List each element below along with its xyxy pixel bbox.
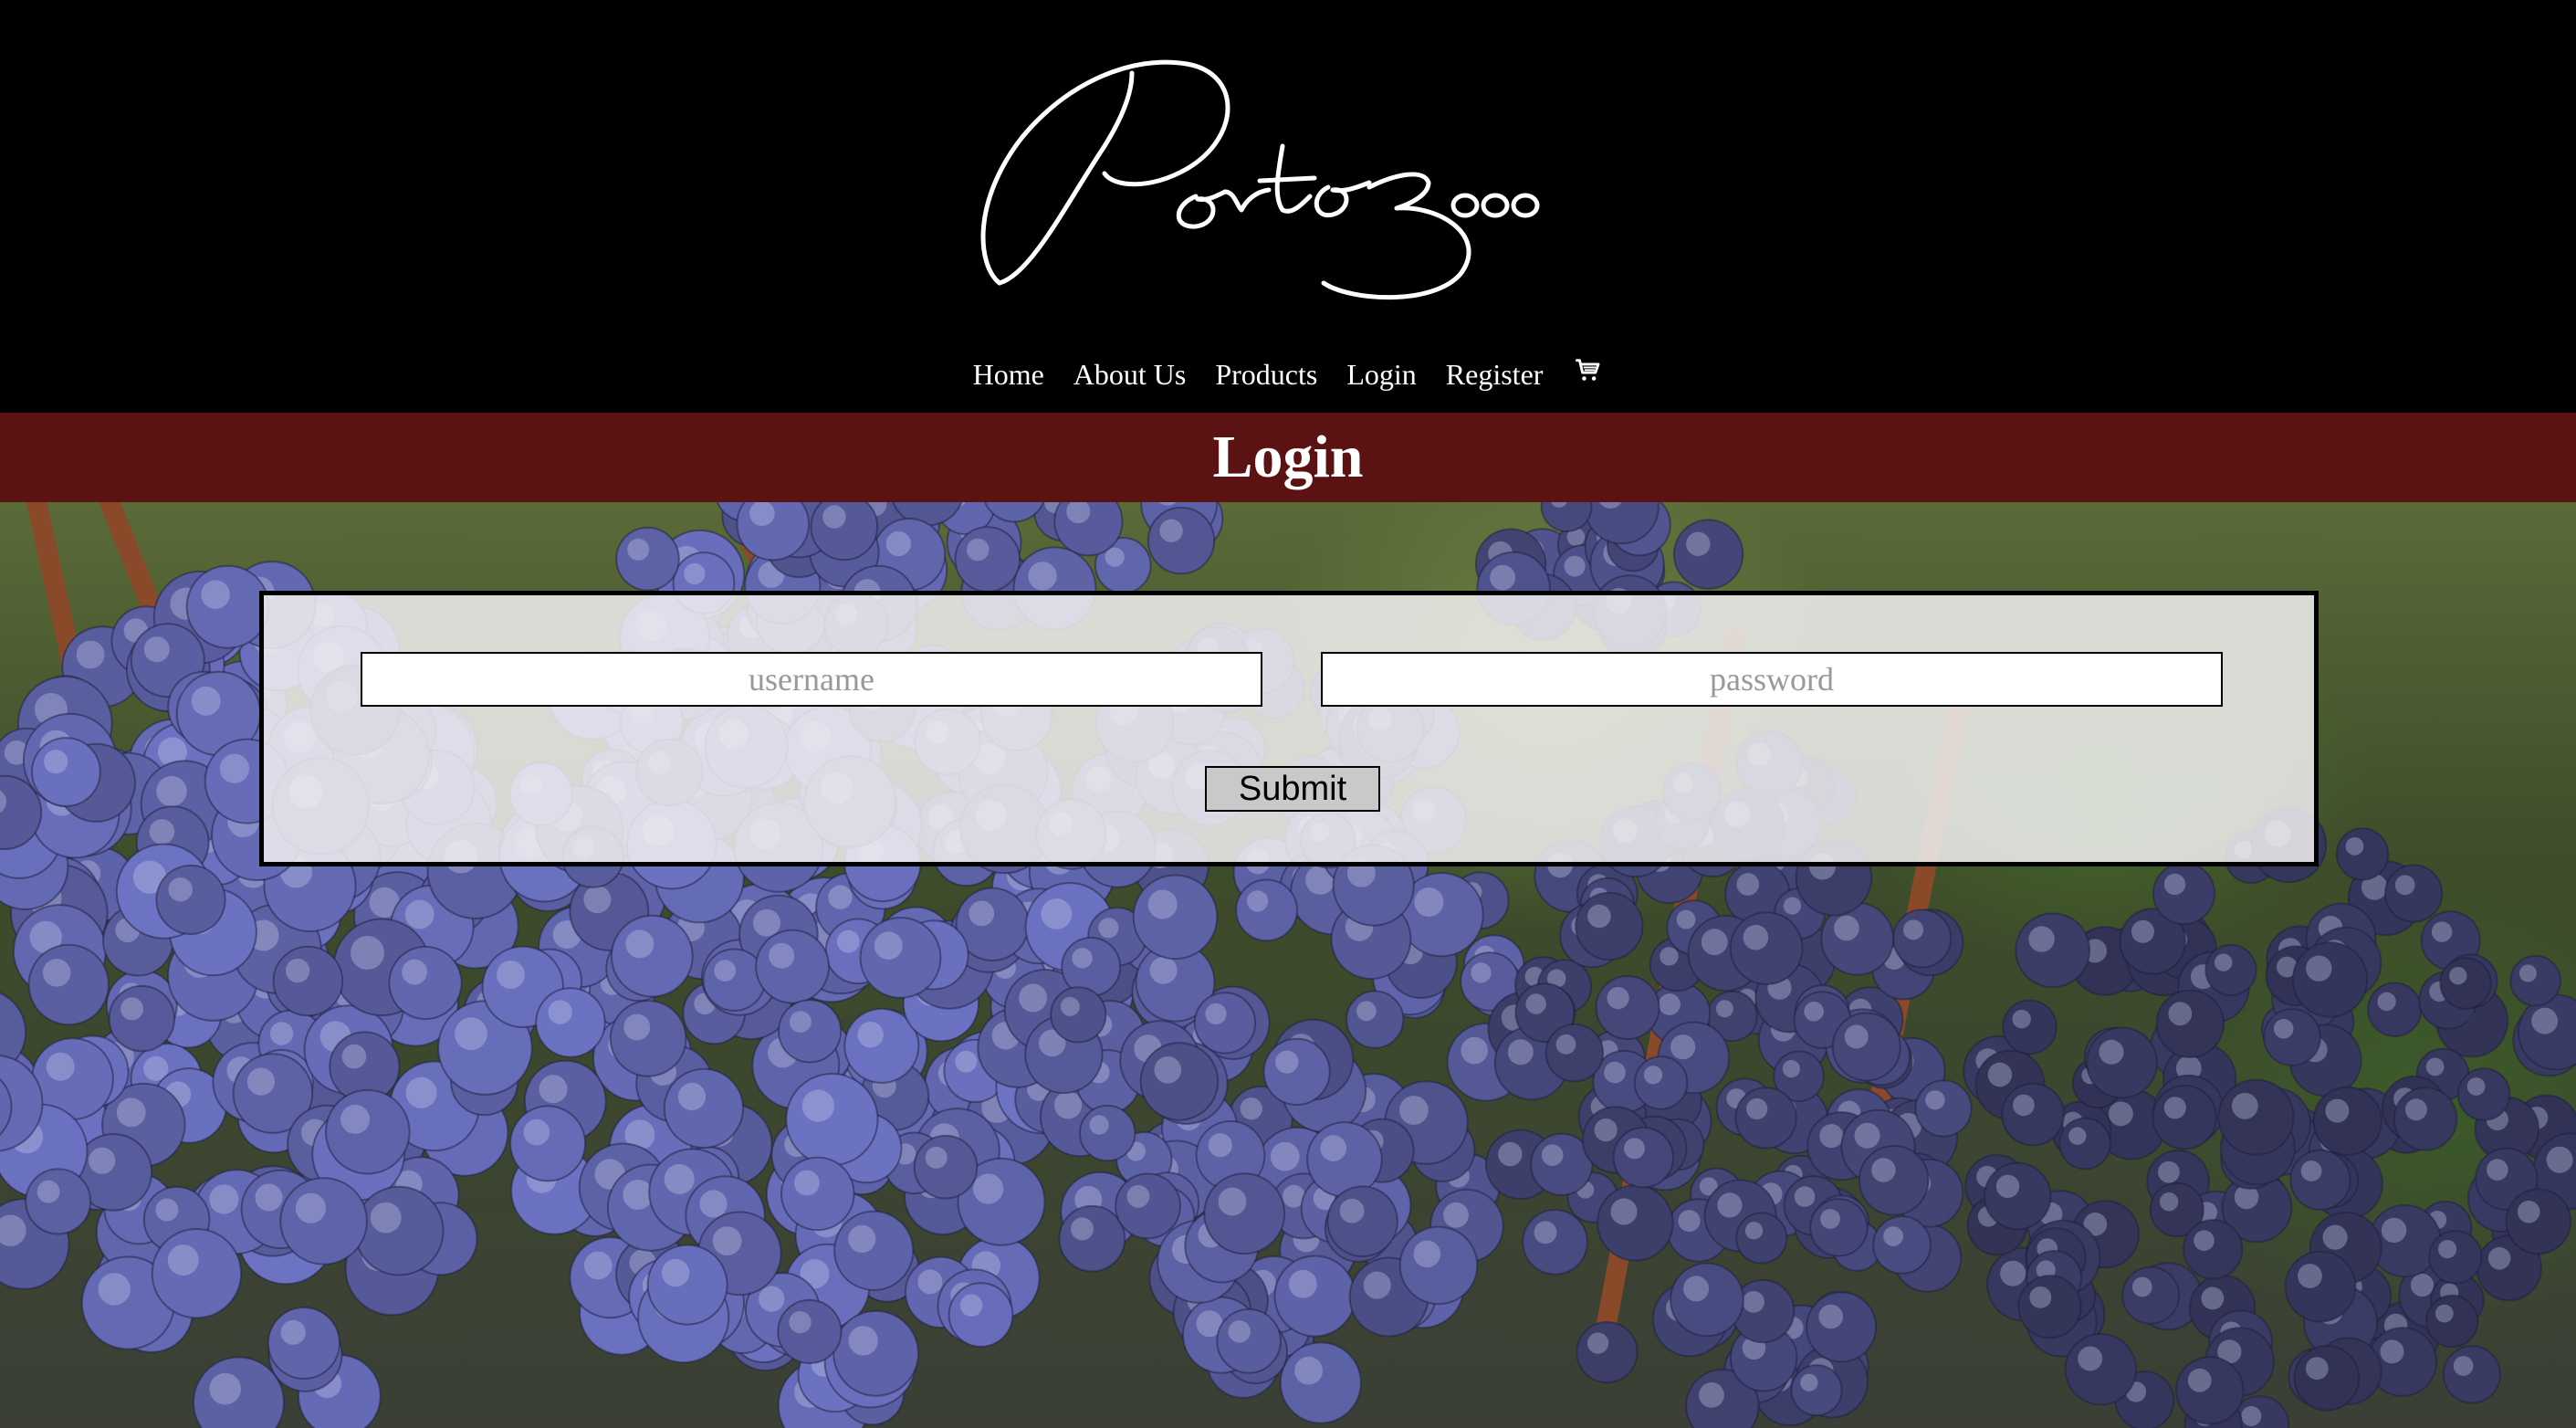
login-form: Submit xyxy=(259,591,2319,866)
shopping-cart-icon[interactable] xyxy=(1572,355,1603,386)
site-header: Home About Us Products Login Register xyxy=(0,0,2576,413)
porto-logo[interactable] xyxy=(968,37,1607,310)
password-input[interactable] xyxy=(1321,652,2223,707)
page-title: Login xyxy=(1212,424,1364,490)
submit-button[interactable]: Submit xyxy=(1205,766,1380,812)
page-title-band: Login xyxy=(0,413,2576,502)
username-input[interactable] xyxy=(361,652,1262,707)
nav-home[interactable]: Home xyxy=(973,358,1044,392)
main-nav: Home About Us Products Login Register xyxy=(0,347,2576,402)
nav-products[interactable]: Products xyxy=(1215,358,1317,392)
nav-register[interactable]: Register xyxy=(1446,358,1544,392)
nav-about-us[interactable]: About Us xyxy=(1073,358,1187,392)
nav-login[interactable]: Login xyxy=(1346,358,1416,392)
